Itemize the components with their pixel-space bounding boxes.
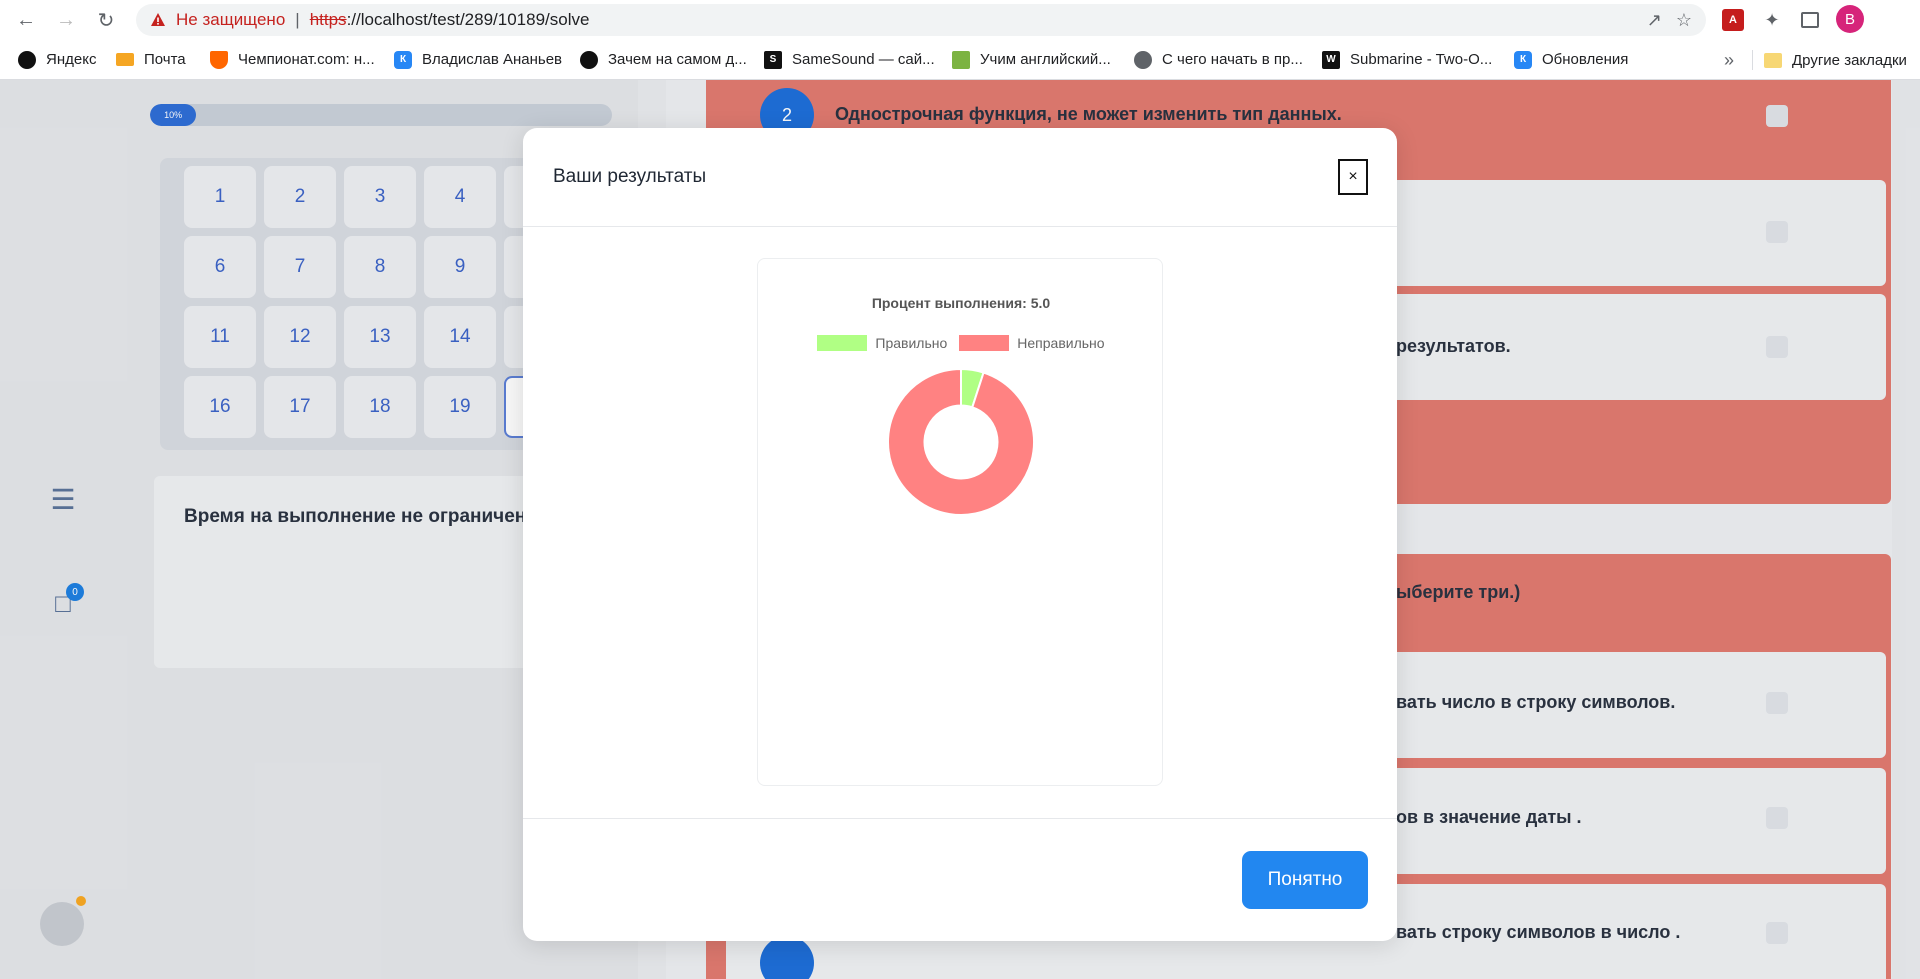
bookmark-label: Почта (144, 51, 186, 68)
browser-toolbar: ← → ↻ Не защищено | https ://localhost/t… (0, 0, 1920, 40)
other-bookmarks[interactable]: Другие закладки (1764, 40, 1907, 80)
bookmarks-bar: Яндекс Почта Чемпионат.com: н... К Владис… (0, 40, 1920, 80)
bookmark-label: Владислав Ананьев (422, 51, 563, 68)
bookmark-label: Яндекс (46, 51, 97, 68)
bookmarks-divider (1752, 50, 1753, 70)
modal-title: Ваши результаты (553, 166, 707, 187)
legend-swatch-wrong (959, 335, 1010, 351)
folder-icon (1764, 52, 1782, 68)
bookmark-label: С чего начать в пр... (1162, 51, 1303, 68)
legend-label: Неправильно (1017, 335, 1105, 351)
modal-footer-divider (523, 818, 1397, 819)
chart-legend: Правильно Неправильно (758, 335, 1164, 351)
warning-icon (151, 13, 165, 26)
bookmark-english[interactable]: Учим английский... (952, 40, 1111, 80)
bookmark-label: Учим английский... (980, 51, 1111, 68)
bookmark-samesound[interactable]: S SameSound — сай... (764, 40, 935, 80)
bookmark-mail[interactable]: Почта (116, 40, 186, 80)
yandex-icon (18, 50, 36, 69)
bookmark-label: Обновления (1542, 51, 1629, 68)
donut-chart (887, 367, 1035, 516)
bookmark-label: Submarine - Two-O... (1350, 51, 1493, 68)
bookmark-vk-vladislav[interactable]: К Владислав Ананьев (394, 40, 562, 80)
legend-item-correct[interactable]: Правильно (817, 335, 947, 351)
globe-icon (1134, 50, 1152, 69)
address-divider: | (295, 10, 300, 29)
bookmark-zachem[interactable]: Зачем на самом д... (580, 40, 747, 80)
waves-icon: W (1322, 50, 1340, 69)
security-label[interactable]: Не защищено (176, 10, 285, 30)
address-bar[interactable]: Не защищено | https ://localhost/test/28… (136, 4, 1706, 36)
samesound-icon: S (764, 50, 782, 69)
more-bookmarks-button[interactable]: » (1724, 40, 1734, 80)
bookmark-label: SameSound — сай... (792, 51, 935, 68)
bookmark-championat[interactable]: Чемпионат.com: н... (210, 40, 375, 80)
legend-label: Правильно (875, 335, 948, 351)
bookmark-label: Чемпионат.com: н... (238, 51, 375, 68)
results-chart: Процент выполнения: 5.0 Правильно Неправ… (757, 258, 1163, 786)
championat-icon (210, 50, 228, 69)
bookmark-label: Зачем на самом д... (608, 51, 747, 68)
yandex-icon (580, 50, 598, 69)
legend-swatch-correct (817, 335, 868, 351)
forward-icon[interactable]: → (52, 6, 80, 34)
results-modal: Ваши результаты × Процент выполнения: 5.… (523, 128, 1397, 941)
bookmark-updates[interactable]: К Обновления (1514, 40, 1628, 80)
extensions-icon[interactable]: ✦ (1758, 6, 1786, 34)
profile-avatar[interactable]: В (1836, 5, 1864, 33)
bookmark-start[interactable]: С чего начать в пр... (1134, 40, 1303, 80)
side-panel-icon[interactable] (1801, 12, 1819, 28)
bookmark-submarine[interactable]: W Submarine - Two-O... (1322, 40, 1492, 80)
reload-icon[interactable]: ↻ (92, 6, 120, 34)
puzzle-icon (952, 50, 970, 69)
star-icon[interactable]: ☆ (1676, 10, 1692, 31)
back-icon[interactable]: ← (12, 6, 40, 34)
bookmark-yandex[interactable]: Яндекс (18, 40, 96, 80)
confirm-button[interactable]: Понятно (1242, 851, 1368, 909)
modal-header-divider (523, 226, 1397, 227)
pdf-extension-icon[interactable]: A (1722, 9, 1744, 31)
url-scheme: https (309, 10, 347, 29)
mail-icon (116, 53, 134, 66)
vk-icon: К (394, 50, 412, 69)
share-icon[interactable]: ↗ (1647, 10, 1662, 31)
legend-item-wrong[interactable]: Неправильно (959, 335, 1105, 351)
url-text: ://localhost/test/289/10189/solve (346, 10, 590, 29)
close-button[interactable]: × (1338, 159, 1368, 195)
donut-slice-wrong[interactable] (887, 367, 1035, 516)
bookmark-label: Другие закладки (1792, 51, 1907, 69)
chart-title: Процент выполнения: 5.0 (871, 295, 1051, 311)
vk-icon: К (1514, 50, 1532, 69)
